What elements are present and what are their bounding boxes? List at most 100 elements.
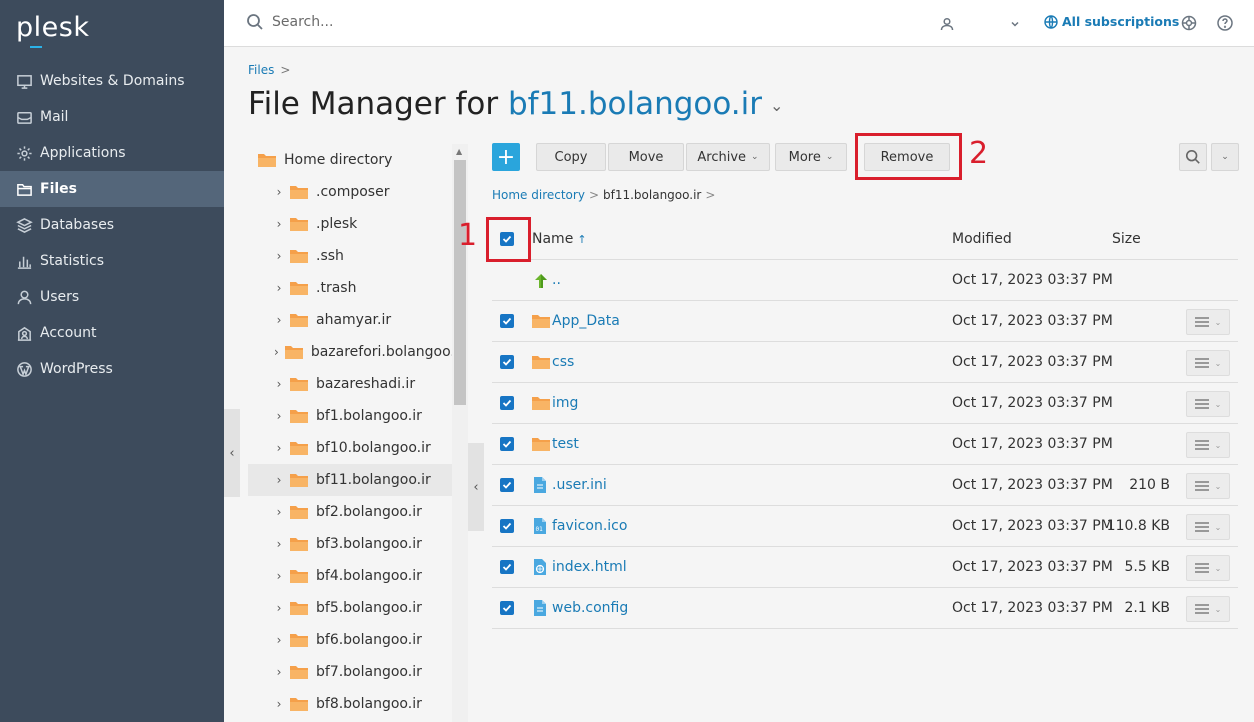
- row-checkbox[interactable]: [500, 396, 514, 410]
- file-name[interactable]: .user.ini: [552, 477, 607, 493]
- sidebar-item-wordpress[interactable]: WordPress: [0, 351, 224, 387]
- file-name[interactable]: img: [552, 395, 578, 411]
- tree-item[interactable]: › bazareshadi.ir: [248, 368, 452, 400]
- table-row[interactable]: index.html Oct 17, 2023 03:37 PM 5.5 KB ⌄: [492, 547, 1238, 588]
- tree-item[interactable]: › bf3.bolangoo.ir: [248, 528, 452, 560]
- tree-item[interactable]: › bf10.bolangoo.ir: [248, 432, 452, 464]
- table-row[interactable]: .user.ini Oct 17, 2023 03:37 PM 210 B ⌄: [492, 465, 1238, 506]
- subscriptions-selector[interactable]: All subscriptions: [1044, 14, 1179, 29]
- sidebar-item-users[interactable]: Users: [0, 279, 224, 315]
- sidebar-item-databases[interactable]: Databases: [0, 207, 224, 243]
- domain-selector[interactable]: bf11.bolangoo.ir: [508, 86, 762, 122]
- chevron-right-icon[interactable]: ›: [274, 601, 284, 615]
- table-row[interactable]: css Oct 17, 2023 03:37 PM ⌄: [492, 342, 1238, 383]
- row-checkbox[interactable]: [500, 314, 514, 328]
- modified-column-header[interactable]: Modified: [952, 231, 1012, 247]
- chevron-right-icon[interactable]: ›: [274, 217, 284, 231]
- table-row-parent[interactable]: .. Oct 17, 2023 03:37 PM: [492, 260, 1238, 301]
- chevron-right-icon[interactable]: ›: [274, 441, 284, 455]
- scrollbar-thumb[interactable]: [454, 160, 466, 405]
- row-menu-button[interactable]: ⌄: [1186, 473, 1230, 499]
- table-row[interactable]: test Oct 17, 2023 03:37 PM ⌄: [492, 424, 1238, 465]
- sidebar-item-statistics[interactable]: Statistics: [0, 243, 224, 279]
- sidebar-item-applications[interactable]: Applications: [0, 135, 224, 171]
- scroll-up-arrow-icon[interactable]: ▲: [456, 147, 462, 156]
- table-row[interactable]: img Oct 17, 2023 03:37 PM ⌄: [492, 383, 1238, 424]
- table-row[interactable]: web.config Oct 17, 2023 03:37 PM 2.1 KB ⌄: [492, 588, 1238, 629]
- row-checkbox[interactable]: [500, 355, 514, 369]
- sidebar-item-websites-domains[interactable]: Websites & Domains: [0, 63, 224, 99]
- breadcrumb-files-link[interactable]: Files: [248, 63, 274, 77]
- tree-item-home[interactable]: Home directory: [248, 144, 452, 176]
- path-home-link[interactable]: Home directory: [492, 188, 585, 202]
- tree-item[interactable]: › ahamyar.ir: [248, 304, 452, 336]
- sidebar-item-account[interactable]: Account: [0, 315, 224, 351]
- more-button[interactable]: More ⌄: [775, 143, 847, 171]
- tree-item[interactable]: › .trash: [248, 272, 452, 304]
- chevron-right-icon[interactable]: ›: [274, 185, 284, 199]
- sidebar-item-files[interactable]: Files: [0, 171, 224, 207]
- row-checkbox[interactable]: [500, 601, 514, 615]
- row-menu-button[interactable]: ⌄: [1186, 514, 1230, 540]
- sidebar-item-mail[interactable]: Mail: [0, 99, 224, 135]
- chevron-right-icon[interactable]: ›: [274, 409, 284, 423]
- table-row[interactable]: 01 favicon.ico Oct 17, 2023 03:37 PM 110.8 …: [492, 506, 1238, 547]
- feedback-button[interactable]: [1180, 14, 1198, 32]
- tree-item[interactable]: › bf5.bolangoo.ir: [248, 592, 452, 624]
- table-row[interactable]: App_Data Oct 17, 2023 03:37 PM ⌄: [492, 301, 1238, 342]
- row-checkbox[interactable]: [500, 478, 514, 492]
- tree-item[interactable]: › .composer: [248, 176, 452, 208]
- archive-button[interactable]: Archive ⌄: [686, 143, 770, 171]
- chevron-down-icon[interactable]: ⌄: [770, 96, 783, 115]
- tree-item[interactable]: › bf8.bolangoo.ir: [248, 688, 452, 720]
- help-button[interactable]: [1216, 14, 1234, 32]
- tree-collapse-handle[interactable]: ‹: [468, 443, 484, 531]
- chevron-right-icon[interactable]: ›: [274, 313, 284, 327]
- row-menu-button[interactable]: ⌄: [1186, 432, 1230, 458]
- row-checkbox[interactable]: [500, 560, 514, 574]
- size-column-header[interactable]: Size: [1112, 231, 1141, 247]
- file-name[interactable]: css: [552, 354, 574, 370]
- tree-item[interactable]: › bf1.bolangoo.ir: [248, 400, 452, 432]
- chevron-right-icon[interactable]: ›: [274, 537, 284, 551]
- chevron-right-icon[interactable]: ›: [274, 569, 284, 583]
- file-search-button[interactable]: [1179, 143, 1207, 171]
- row-checkbox[interactable]: [500, 437, 514, 451]
- row-menu-button[interactable]: ⌄: [1186, 391, 1230, 417]
- tree-item[interactable]: › bazarefori.bolangoo.: [248, 336, 455, 368]
- copy-button[interactable]: Copy: [536, 143, 606, 171]
- tree-item[interactable]: › .ssh: [248, 240, 452, 272]
- tree-item[interactable]: › bf7.bolangoo.ir: [248, 656, 452, 688]
- chevron-right-icon[interactable]: ›: [274, 377, 284, 391]
- chevron-right-icon[interactable]: ›: [274, 345, 279, 359]
- chevron-right-icon[interactable]: ›: [274, 249, 284, 263]
- tree-item[interactable]: › bf6.bolangoo.ir: [248, 624, 452, 656]
- chevron-right-icon[interactable]: ›: [274, 281, 284, 295]
- tree-item[interactable]: › .plesk: [248, 208, 452, 240]
- row-menu-button[interactable]: ⌄: [1186, 350, 1230, 376]
- row-menu-button[interactable]: ⌄: [1186, 309, 1230, 335]
- file-name[interactable]: index.html: [552, 559, 627, 575]
- add-button[interactable]: +: [492, 143, 520, 171]
- tree-item[interactable]: › bf11.bolangoo.ir: [248, 464, 452, 496]
- chevron-right-icon[interactable]: ›: [274, 633, 284, 647]
- file-name[interactable]: ..: [552, 272, 561, 288]
- name-column-header[interactable]: Name ↑: [532, 231, 587, 247]
- sidebar-collapse-handle[interactable]: ‹: [224, 409, 240, 497]
- search-input[interactable]: [270, 13, 470, 31]
- row-checkbox[interactable]: [500, 519, 514, 533]
- chevron-right-icon[interactable]: ›: [274, 473, 284, 487]
- file-name[interactable]: test: [552, 436, 579, 452]
- plesk-logo[interactable]: plesk: [16, 12, 89, 48]
- view-options-button[interactable]: ⌄: [1211, 143, 1239, 171]
- file-name[interactable]: web.config: [552, 600, 628, 616]
- row-menu-button[interactable]: ⌄: [1186, 555, 1230, 581]
- move-button[interactable]: Move: [608, 143, 684, 171]
- user-menu[interactable]: [940, 15, 1020, 33]
- tree-item[interactable]: › bf2.bolangoo.ir: [248, 496, 452, 528]
- row-menu-button[interactable]: ⌄: [1186, 596, 1230, 622]
- file-name[interactable]: App_Data: [552, 313, 620, 329]
- chevron-right-icon[interactable]: ›: [274, 505, 284, 519]
- file-name[interactable]: favicon.ico: [552, 518, 627, 534]
- tree-item[interactable]: › bf4.bolangoo.ir: [248, 560, 452, 592]
